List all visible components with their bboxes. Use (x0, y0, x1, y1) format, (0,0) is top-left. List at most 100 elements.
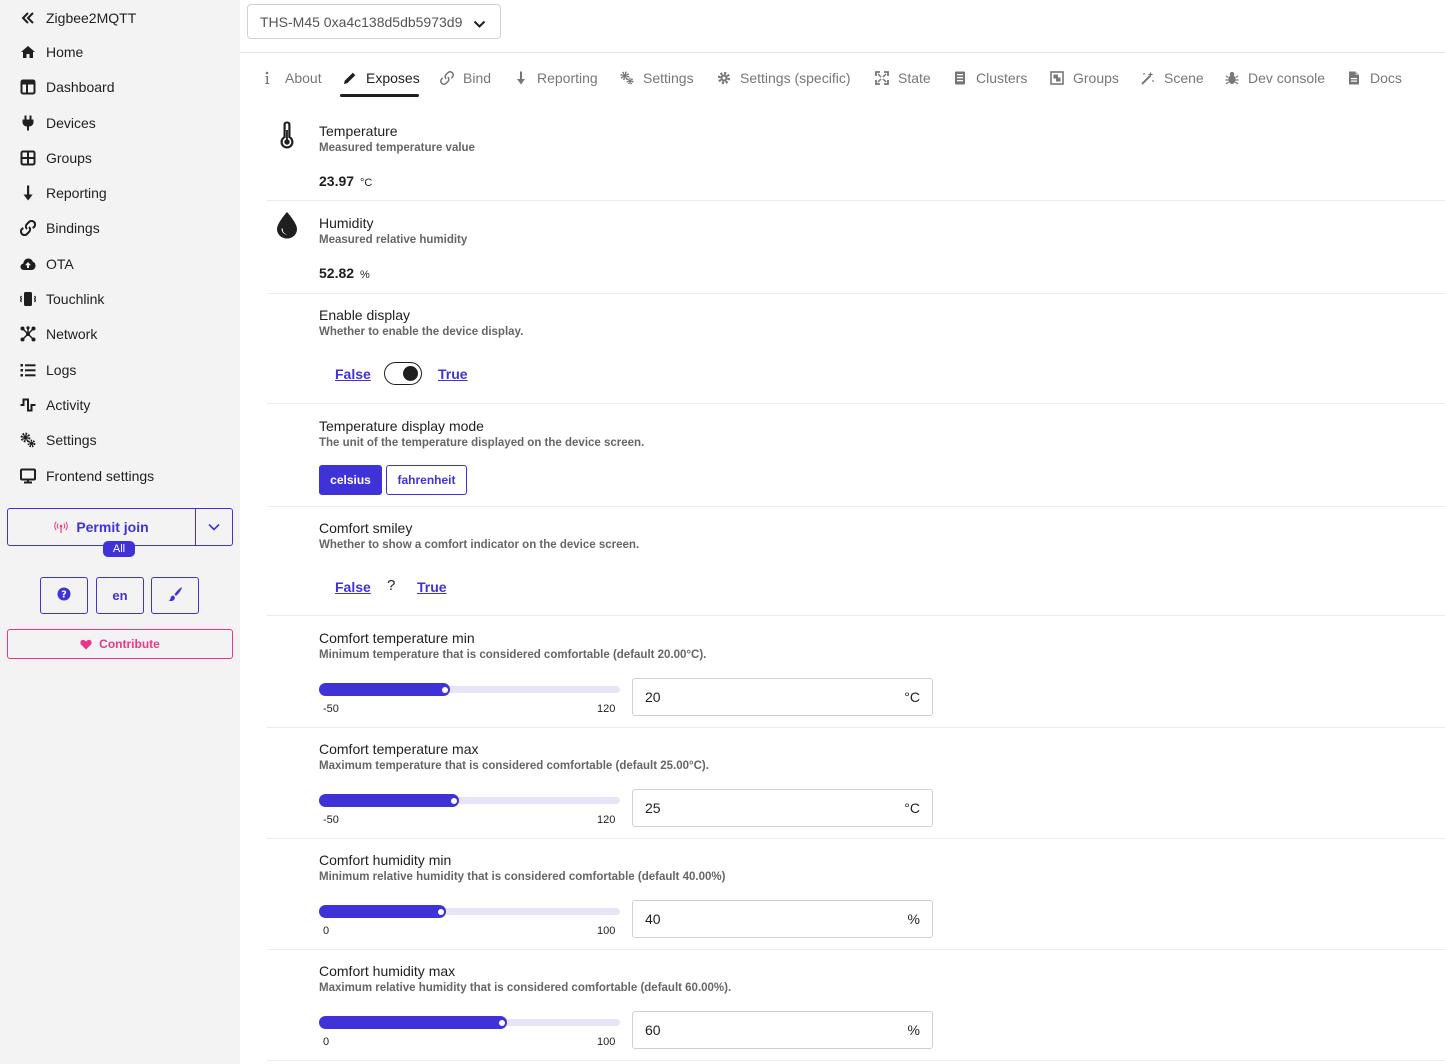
question-circle-icon: ? (57, 587, 71, 604)
tab-dev-console[interactable]: Dev console (1225, 68, 1325, 88)
temperature-value: 23.97 °C (319, 173, 372, 189)
feature-title: Enable display (319, 307, 411, 323)
permit-join-dropdown[interactable] (196, 509, 232, 545)
gears-icon (20, 432, 36, 448)
comfort-humidity-max-slider[interactable] (319, 1016, 620, 1029)
comfort-temp-max-slider[interactable] (319, 794, 620, 807)
divider (267, 949, 1445, 950)
feature-description: Minimum relative humidity that is consid… (319, 871, 726, 883)
active-tab-indicator (340, 94, 419, 97)
display-false-link[interactable]: False (335, 366, 371, 382)
pulse-icon (20, 397, 36, 413)
input-value: 60 (645, 1022, 661, 1038)
slider-thumb[interactable] (451, 798, 457, 804)
tab-label: Exposes (366, 70, 420, 86)
expand-icon (875, 71, 889, 85)
smiley-false-link[interactable]: False (335, 579, 371, 595)
sidebar-item-activity[interactable]: Activity (20, 394, 90, 416)
slider-thumb[interactable] (499, 1020, 505, 1026)
comfort-humidity-max-input[interactable]: 60 % (632, 1011, 933, 1049)
feature-title: Comfort humidity min (319, 852, 452, 868)
phone-vibrate-icon (20, 291, 36, 307)
smiley-unknown-state[interactable]: ? (387, 577, 395, 594)
feature-description: The unit of the temperature displayed on… (319, 437, 645, 449)
link-icon (440, 71, 454, 85)
sidebar-item-label: Network (46, 326, 98, 342)
comfort-humidity-min-slider[interactable] (319, 905, 620, 918)
tab-clusters[interactable]: Clusters (953, 68, 1027, 88)
feature-description: Measured temperature value (319, 142, 475, 154)
sidebar-item-network[interactable]: Network (20, 323, 97, 345)
comfort-humidity-min-input[interactable]: 40 % (632, 900, 933, 938)
fahrenheit-button[interactable]: fahrenheit (386, 465, 467, 495)
smiley-true-link[interactable]: True (417, 579, 447, 595)
divider (267, 403, 1445, 404)
tab-scene[interactable]: Scene (1141, 68, 1204, 88)
sidebar-item-label: Activity (46, 397, 91, 413)
divider (267, 506, 1445, 507)
tab-exposes[interactable]: Exposes (343, 68, 420, 88)
double-chevron-left-icon[interactable] (20, 10, 36, 26)
header-divider (240, 52, 1445, 53)
language-button[interactable]: en (96, 577, 144, 614)
svg-text:?: ? (61, 590, 67, 601)
device-select[interactable]: THS-M45 0xa4c138d5db5973d9 (247, 4, 501, 39)
app-brand[interactable]: Zigbee2MQTT (20, 8, 136, 28)
permit-join-badge: All (103, 541, 135, 557)
home-icon (20, 44, 36, 60)
water-drop-icon (276, 211, 298, 239)
permit-join-button[interactable]: Permit join (8, 509, 196, 545)
sidebar-item-label: Devices (46, 115, 96, 131)
feature-description: Minimum temperature that is considered c… (319, 649, 707, 661)
tab-about[interactable]: About (262, 68, 322, 88)
slider-thumb[interactable] (442, 687, 448, 693)
sidebar-item-bindings[interactable]: Bindings (20, 217, 100, 239)
display-true-link[interactable]: True (438, 366, 468, 382)
tab-bind[interactable]: Bind (440, 68, 491, 88)
arrow-down-icon (514, 71, 528, 85)
info-icon (262, 71, 276, 85)
sidebar-item-settings[interactable]: Settings (20, 429, 97, 451)
tab-settings-specific[interactable]: Settings (specific) (717, 68, 850, 88)
sidebar-item-label: Frontend settings (46, 468, 155, 484)
slider-min-label: 0 (323, 925, 330, 937)
sidebar-item-touchlink[interactable]: Touchlink (20, 288, 104, 310)
sidebar-item-dashboard[interactable]: Dashboard (20, 76, 115, 98)
comfort-temp-max-input[interactable]: 25 °C (632, 789, 933, 827)
help-button[interactable]: ? (40, 577, 88, 614)
tab-settings[interactable]: Settings (620, 68, 694, 88)
sidebar-item-home[interactable]: Home (20, 41, 83, 63)
sidebar-item-label: Dashboard (46, 79, 115, 95)
sidebar-item-ota[interactable]: OTA (20, 253, 74, 275)
sidebar-item-logs[interactable]: Logs (20, 359, 76, 381)
list-icon (20, 362, 36, 378)
tab-label: About (285, 70, 322, 86)
divider (267, 1060, 1445, 1061)
theme-button[interactable] (151, 577, 199, 614)
slider-max-label: 120 (597, 814, 616, 826)
sidebar-item-reporting[interactable]: Reporting (20, 182, 107, 204)
tab-reporting[interactable]: Reporting (514, 68, 598, 88)
tab-state[interactable]: State (875, 68, 931, 88)
contribute-button[interactable]: Contribute (7, 629, 233, 659)
sidebar-item-devices[interactable]: Devices (20, 112, 96, 134)
dashboard-icon (20, 79, 36, 95)
celsius-button[interactable]: celsius (319, 465, 382, 495)
permit-join-label: Permit join (76, 519, 149, 535)
input-unit: % (907, 1022, 920, 1038)
sidebar-item-groups[interactable]: Groups (20, 147, 92, 169)
sidebar-item-frontend-settings[interactable]: Frontend settings (20, 465, 154, 487)
comfort-temp-min-input[interactable]: 20 °C (632, 678, 933, 716)
comfort-temp-min-slider[interactable] (319, 683, 620, 696)
divider (267, 293, 1445, 294)
input-value: 40 (645, 911, 661, 927)
value-unit: % (359, 269, 370, 281)
display-toggle[interactable] (384, 362, 422, 385)
input-unit: °C (904, 800, 920, 816)
slider-thumb[interactable] (438, 909, 444, 915)
grid-icon (20, 150, 36, 166)
chevron-down-icon (473, 16, 486, 32)
tab-groups[interactable]: Groups (1050, 68, 1119, 88)
heart-icon (80, 639, 92, 650)
tab-docs[interactable]: Docs (1347, 68, 1402, 88)
